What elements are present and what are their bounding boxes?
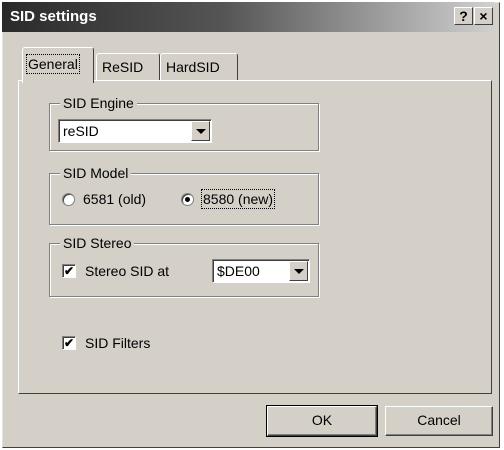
radio-6581[interactable]: [62, 193, 75, 206]
stereo-address-dropdown-button[interactable]: [289, 261, 308, 281]
sid-filters-checkbox[interactable]: ✔: [62, 336, 76, 350]
sid-engine-select[interactable]: reSID: [58, 119, 212, 143]
sid-engine-legend: SID Engine: [60, 94, 137, 112]
chevron-down-icon: [196, 129, 206, 134]
chevron-down-icon: [294, 269, 304, 274]
sid-engine-value: reSID: [63, 123, 99, 139]
tab-resid-label: ReSID: [102, 59, 144, 75]
tab-hardsid[interactable]: HardSID: [160, 53, 238, 81]
tab-general-label: General: [26, 54, 80, 74]
sid-filters-label[interactable]: SID Filters: [85, 335, 150, 351]
sid-model-legend: SID Model: [60, 164, 132, 182]
ok-button[interactable]: OK: [266, 405, 378, 437]
tab-general[interactable]: General: [22, 47, 94, 83]
close-button[interactable]: ×: [474, 7, 493, 25]
stereo-sid-checkbox[interactable]: ✔: [62, 264, 76, 278]
sid-engine-dropdown-button[interactable]: [191, 121, 210, 141]
radio-8580-label[interactable]: 8580 (new): [200, 189, 276, 209]
tab-hardsid-label: HardSID: [166, 59, 220, 75]
radio-6581-label[interactable]: 6581 (old): [83, 191, 146, 207]
stereo-sid-label[interactable]: Stereo SID at: [85, 263, 169, 279]
stereo-address-select[interactable]: $DE00: [212, 259, 310, 283]
radio-selected-dot-icon: [185, 197, 190, 202]
stereo-address-value: $DE00: [217, 263, 260, 279]
title-bar[interactable]: SID settings ? ×: [2, 2, 494, 32]
cancel-button[interactable]: Cancel: [385, 406, 493, 436]
dialog-title: SID settings: [10, 8, 97, 25]
sid-stereo-legend: SID Stereo: [60, 234, 135, 252]
help-button[interactable]: ?: [454, 7, 473, 25]
radio-8580[interactable]: [181, 193, 194, 206]
tab-resid[interactable]: ReSID: [96, 53, 160, 81]
